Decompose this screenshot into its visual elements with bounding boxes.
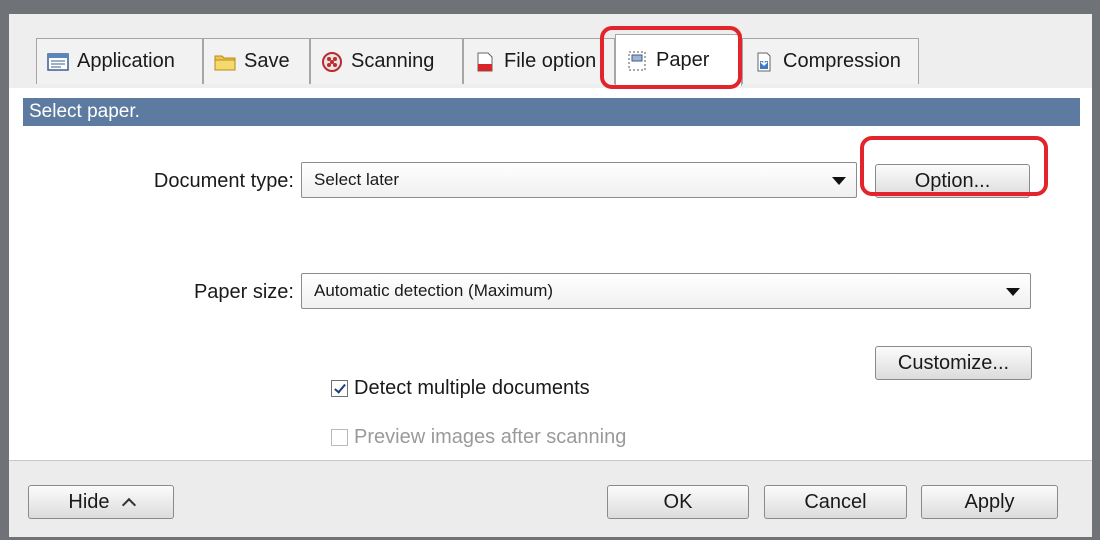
- window-frame-right: [1092, 0, 1100, 540]
- window-frame-left: [0, 0, 9, 540]
- detect-multiple-label: Detect multiple documents: [354, 377, 590, 399]
- hide-button[interactable]: Hide: [28, 485, 174, 519]
- document-type-dropdown[interactable]: Select later: [301, 162, 857, 198]
- tab-file-option-label: File option: [504, 50, 597, 72]
- chevron-up-icon: [121, 497, 136, 513]
- tab-paper[interactable]: Paper: [615, 34, 742, 86]
- tab-save[interactable]: Save: [203, 38, 310, 84]
- tab-scanning-label: Scanning: [351, 50, 435, 72]
- customize-button[interactable]: Customize...: [875, 346, 1032, 380]
- scanning-icon: [321, 51, 343, 73]
- checkbox-checked[interactable]: [331, 380, 348, 397]
- document-type-value: Select later: [314, 170, 400, 189]
- tab-compression[interactable]: Compression: [742, 38, 919, 84]
- document-type-label: Document type:: [153, 170, 294, 192]
- tab-scanning[interactable]: Scanning: [310, 38, 463, 84]
- preview-images-label: Preview images after scanning: [354, 426, 627, 448]
- ok-button[interactable]: OK: [607, 485, 749, 519]
- chevron-down-icon: [1006, 288, 1020, 296]
- option-button[interactable]: Option...: [875, 164, 1030, 198]
- scan-settings-window: Application Save Scanning File option Pa…: [9, 14, 1092, 537]
- compression-icon: [753, 51, 775, 73]
- hide-button-label: Hide: [68, 491, 110, 513]
- tab-compression-label: Compression: [783, 50, 901, 72]
- apply-button[interactable]: Apply: [921, 485, 1058, 519]
- tab-bar: Application Save Scanning File option Pa…: [9, 14, 1092, 88]
- detect-multiple-checkbox[interactable]: Detect multiple documents: [331, 377, 590, 400]
- preview-images-checkbox[interactable]: Preview images after scanning: [331, 426, 626, 449]
- cancel-button[interactable]: Cancel: [764, 485, 907, 519]
- section-header: Select paper.: [23, 98, 1080, 126]
- chevron-down-icon: [832, 177, 846, 185]
- paper-size-label: Paper size:: [193, 281, 294, 303]
- folder-icon: [214, 51, 236, 73]
- paper-size-value: Automatic detection (Maximum): [314, 281, 554, 300]
- window-frame-top: [0, 0, 1100, 14]
- tab-application[interactable]: Application: [36, 38, 203, 84]
- tab-paper-label: Paper: [656, 49, 710, 71]
- paper-icon: [626, 50, 648, 72]
- dialog-footer: Hide OK Cancel Apply: [9, 460, 1092, 537]
- paper-size-dropdown[interactable]: Automatic detection (Maximum): [301, 273, 1031, 309]
- application-icon: [47, 51, 69, 73]
- file-option-icon: [474, 51, 496, 73]
- tab-application-label: Application: [77, 50, 175, 72]
- paper-settings-panel: Select paper. Document type: Select late…: [9, 88, 1092, 460]
- checkbox-unchecked[interactable]: [331, 429, 348, 446]
- tab-file-option[interactable]: File option: [463, 38, 615, 84]
- tab-save-label: Save: [244, 50, 290, 72]
